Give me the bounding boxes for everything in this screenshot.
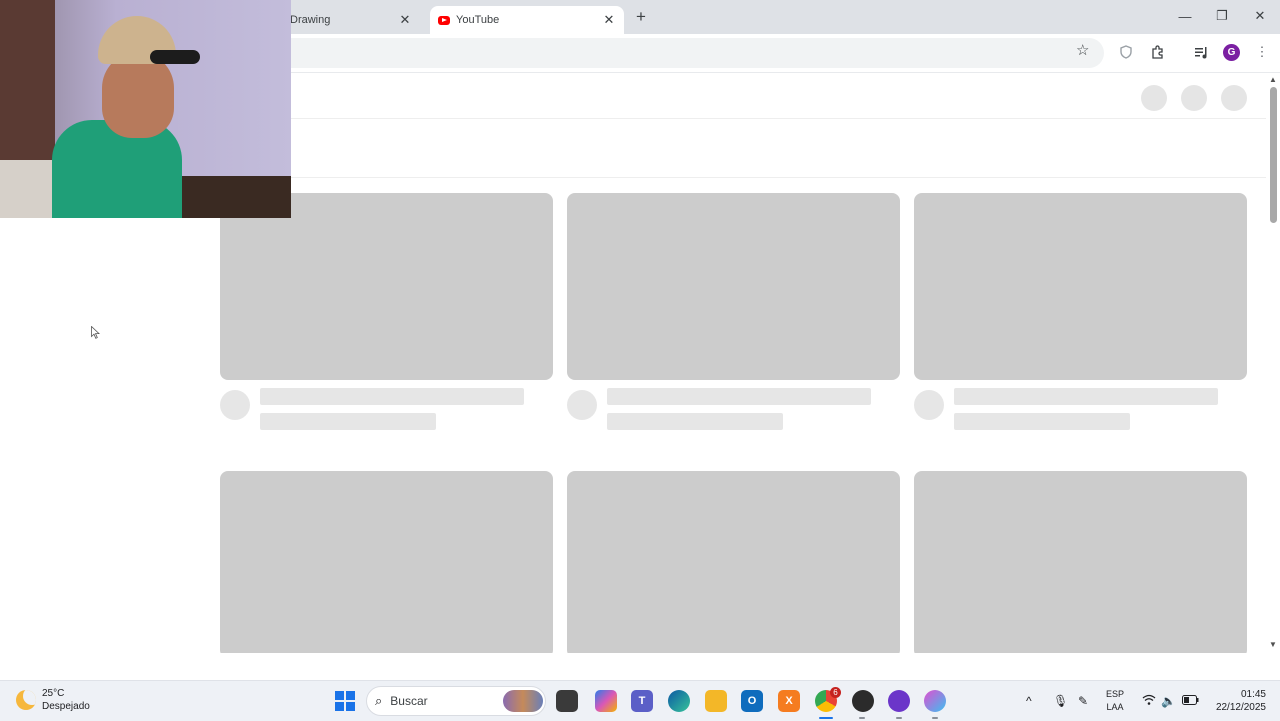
topbar-placeholder [1181, 85, 1207, 111]
meta-placeholder [607, 413, 783, 430]
channel-avatar-placeholder [914, 390, 944, 420]
clock-date: 22/12/2025 [1215, 702, 1266, 713]
weather-condition: Despejado [42, 701, 90, 712]
podcast-app-icon[interactable] [888, 690, 910, 712]
taskbar-search[interactable]: ⌕ Buscar [366, 686, 546, 716]
video-thumbnail-placeholder [567, 193, 900, 380]
scroll-down-arrow-icon[interactable]: ▼ [1269, 640, 1277, 649]
channel-avatar-placeholder [220, 390, 250, 420]
running-indicator [859, 717, 865, 719]
meta-placeholder [260, 413, 436, 430]
tab-drawing[interactable]: Drawing ✕ [272, 6, 420, 34]
extensions-puzzle-icon[interactable] [1148, 43, 1166, 61]
youtube-favicon-icon [438, 15, 450, 25]
running-indicator [896, 717, 902, 719]
wifi-icon[interactable] [1142, 694, 1156, 709]
running-indicator [932, 717, 938, 719]
pen-icon[interactable]: ✎ [1078, 694, 1088, 708]
extension-shield-icon[interactable] [1117, 43, 1135, 61]
video-thumbnail-placeholder [220, 471, 553, 653]
minimize-button[interactable]: — [1166, 4, 1204, 28]
new-tab-button[interactable]: + [632, 8, 650, 26]
meta-placeholder [954, 413, 1130, 430]
tab-title: Drawing [290, 14, 331, 26]
show-hidden-icons-chevron-icon[interactable]: ^ [1026, 694, 1032, 708]
moon-icon [16, 690, 36, 710]
outlook-icon[interactable]: O [741, 690, 763, 712]
language-code: ESP [1106, 689, 1125, 699]
video-thumbnail-placeholder [914, 471, 1247, 653]
header-divider [290, 118, 1266, 119]
title-placeholder [954, 388, 1218, 405]
topbar-placeholder [1221, 85, 1247, 111]
file-explorer-dark-icon[interactable] [556, 690, 578, 712]
battery-icon[interactable] [1182, 694, 1199, 708]
xampp-icon[interactable]: X [778, 690, 800, 712]
mouse-cursor-icon [91, 326, 100, 339]
search-icon: ⌕ [375, 693, 383, 708]
page-scrollbar[interactable]: ▲ ▼ [1266, 73, 1280, 653]
file-explorer-icon[interactable] [705, 690, 727, 712]
tab-close-icon[interactable]: ✕ [600, 11, 618, 29]
teams-icon[interactable]: T [631, 690, 653, 712]
active-app-indicator [819, 717, 833, 719]
language-indicator[interactable]: ESP LAA [1106, 688, 1124, 714]
search-placeholder: Buscar [390, 694, 428, 708]
microphone-icon[interactable]: 🎙 [1053, 694, 1068, 708]
system-clock[interactable]: 01:45 22/12/2025 [1210, 688, 1266, 714]
topbar-placeholder [1141, 85, 1167, 111]
channel-avatar-placeholder [567, 390, 597, 420]
tab-youtube[interactable]: YouTube ✕ [430, 6, 624, 34]
weather-widget[interactable]: 25°C Despejado [16, 687, 90, 713]
scroll-up-arrow-icon[interactable]: ▲ [1269, 75, 1277, 84]
bookmark-star-icon[interactable]: ☆ [1076, 41, 1089, 59]
window-close-button[interactable]: ✕ [1241, 4, 1279, 28]
keyboard-layout: LAA [1106, 702, 1124, 712]
profile-avatar[interactable]: G [1223, 44, 1240, 61]
windows-taskbar: 25°C Despejado ⌕ Buscar T O X 6 ^ 🎙 ✎ ES… [0, 680, 1280, 721]
edge-icon[interactable] [668, 690, 690, 712]
media-controls-icon[interactable] [1192, 43, 1210, 61]
weather-temp: 25°C [42, 688, 65, 699]
video-thumbnail-placeholder [914, 193, 1247, 380]
browser-app-icon[interactable] [924, 690, 946, 712]
obs-icon[interactable] [852, 690, 874, 712]
chrome-notification-badge: 6 [830, 687, 841, 698]
copilot-icon[interactable] [595, 690, 617, 712]
windows-start-icon[interactable] [335, 691, 355, 711]
tab-close-icon[interactable]: ✕ [396, 11, 414, 29]
title-placeholder [607, 388, 871, 405]
scrollbar-thumb[interactable] [1270, 87, 1277, 223]
tab-title: YouTube [456, 14, 500, 26]
search-highlight-image [503, 690, 543, 712]
menu-kebab-icon[interactable]: ⋮ [1253, 43, 1271, 61]
title-placeholder [260, 388, 524, 405]
video-thumbnail-placeholder [567, 471, 900, 653]
video-thumbnail-placeholder [220, 193, 553, 380]
chips-divider [290, 177, 1266, 178]
volume-icon[interactable]: 🔈 [1161, 694, 1176, 708]
restore-button[interactable]: ❐ [1203, 4, 1241, 28]
clock-time: 01:45 [1240, 689, 1266, 700]
webcam-overlay [0, 0, 291, 218]
